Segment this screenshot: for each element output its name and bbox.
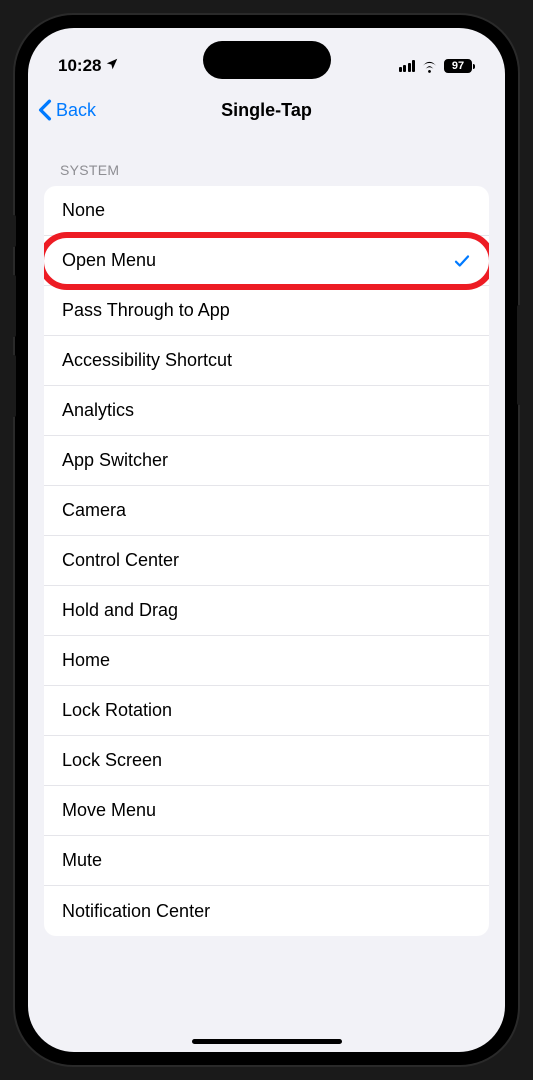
- list-item[interactable]: Analytics: [44, 386, 489, 436]
- status-right: 97: [399, 59, 476, 73]
- phone-frame: 10:28 97: [15, 15, 518, 1065]
- chevron-left-icon: [38, 99, 52, 121]
- back-button[interactable]: Back: [28, 99, 96, 121]
- list-item-label: Lock Rotation: [62, 700, 172, 721]
- dynamic-island: [203, 41, 331, 79]
- list-item[interactable]: Pass Through to App: [44, 286, 489, 336]
- list-item[interactable]: Camera: [44, 486, 489, 536]
- list-item-label: Camera: [62, 500, 126, 521]
- list-item[interactable]: Control Center: [44, 536, 489, 586]
- list-item-label: Mute: [62, 850, 102, 871]
- home-indicator[interactable]: [192, 1039, 342, 1044]
- list-item[interactable]: Lock Rotation: [44, 686, 489, 736]
- list-item[interactable]: Open Menu: [44, 236, 489, 286]
- list-item-label: Home: [62, 650, 110, 671]
- location-icon: [105, 56, 119, 76]
- side-button: [517, 305, 521, 405]
- list-item-label: None: [62, 200, 105, 221]
- side-button: [12, 275, 16, 337]
- list-item-label: Analytics: [62, 400, 134, 421]
- page-title: Single-Tap: [221, 100, 312, 121]
- list-item-label: Move Menu: [62, 800, 156, 821]
- list-item[interactable]: Mute: [44, 836, 489, 886]
- battery-percentage: 97: [452, 60, 464, 72]
- cellular-icon: [399, 60, 416, 72]
- status-left: 10:28: [58, 56, 119, 76]
- battery-icon: 97: [444, 59, 475, 73]
- content: SYSTEM None Open Menu Pass Through to App A…: [28, 134, 505, 936]
- list-item[interactable]: Move Menu: [44, 786, 489, 836]
- wifi-icon: [421, 60, 438, 73]
- section-header: SYSTEM: [28, 162, 505, 186]
- list-item[interactable]: Hold and Drag: [44, 586, 489, 636]
- settings-list: None Open Menu Pass Through to App Accessib…: [44, 186, 489, 936]
- list-item-label: Lock Screen: [62, 750, 162, 771]
- list-item[interactable]: Notification Center: [44, 886, 489, 936]
- list-item[interactable]: Home: [44, 636, 489, 686]
- list-item[interactable]: None: [44, 186, 489, 236]
- list-item[interactable]: App Switcher: [44, 436, 489, 486]
- back-label: Back: [56, 100, 96, 121]
- list-item[interactable]: Accessibility Shortcut: [44, 336, 489, 386]
- list-item[interactable]: Lock Screen: [44, 736, 489, 786]
- list-item-label: Control Center: [62, 550, 179, 571]
- list-item-label: Open Menu: [62, 250, 156, 271]
- list-item-label: App Switcher: [62, 450, 168, 471]
- screen: 10:28 97: [28, 28, 505, 1052]
- status-time: 10:28: [58, 56, 101, 76]
- checkmark-icon: [453, 252, 471, 270]
- nav-bar: Back Single-Tap: [28, 86, 505, 134]
- side-button: [12, 355, 16, 417]
- list-item-label: Hold and Drag: [62, 600, 178, 621]
- list-item-label: Notification Center: [62, 901, 210, 922]
- list-item-label: Pass Through to App: [62, 300, 230, 321]
- list-item-label: Accessibility Shortcut: [62, 350, 232, 371]
- side-button: [12, 215, 16, 247]
